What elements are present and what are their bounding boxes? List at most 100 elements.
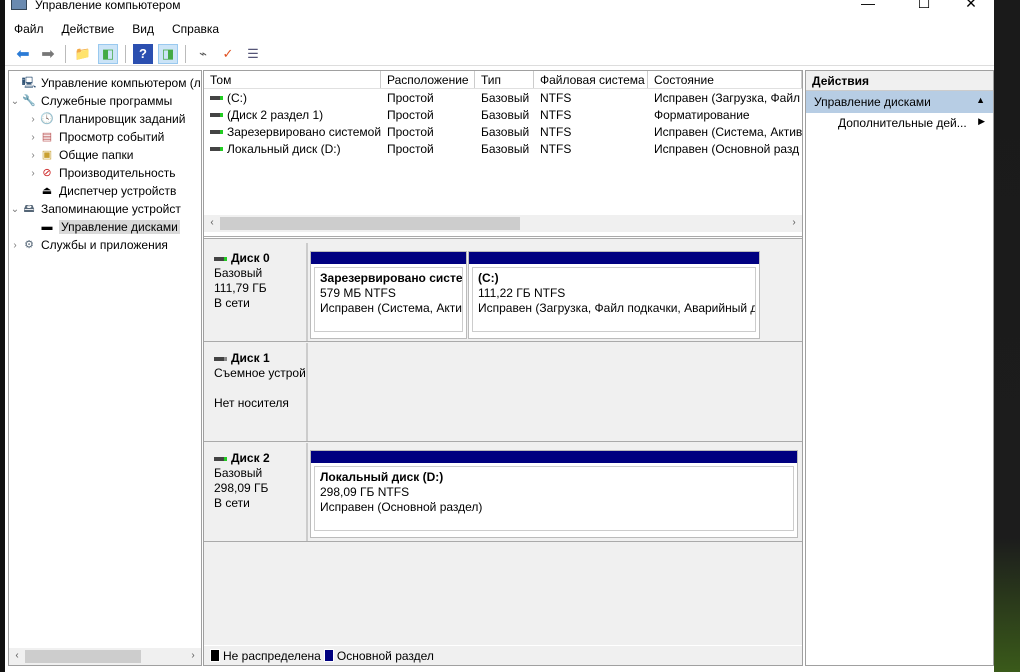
actions-header: Действия bbox=[806, 71, 993, 91]
volume-cell: Базовый bbox=[481, 90, 530, 105]
checklist-icon[interactable]: ✓ bbox=[218, 44, 238, 64]
tree-item-performance[interactable]: › ⊘ Производительность bbox=[9, 164, 201, 182]
volume-cell: Локальный диск (D:) bbox=[204, 142, 381, 156]
tree-item-task-scheduler[interactable]: › 🕓 Планировщик заданий bbox=[9, 110, 201, 128]
disk-2-label[interactable]: Диск 2 Базовый 298,09 ГБ В сети bbox=[204, 443, 308, 541]
disk-0-row: Диск 0 Базовый 111,79 ГБ В сети Зарезервиро… bbox=[204, 243, 802, 342]
primary-partition-swatch bbox=[323, 649, 334, 662]
storage-icon: 🖴 bbox=[23, 203, 35, 215]
chevron-right-icon[interactable]: › bbox=[9, 240, 21, 251]
tree-item-device-manager[interactable]: ⏏ Диспетчер устройств bbox=[9, 182, 201, 200]
tree-horizontal-scrollbar[interactable]: ‹ › bbox=[9, 648, 201, 665]
partition-d[interactable]: Локальный диск (D:) 298,09 ГБ NTFS Исправе… bbox=[310, 450, 798, 538]
scroll-right-icon[interactable]: › bbox=[185, 650, 201, 661]
tree-item-system-tools[interactable]: ⌄ 🔧 Служебные программы bbox=[9, 92, 201, 110]
disk-0-label[interactable]: Диск 0 Базовый 111,79 ГБ В сети bbox=[204, 243, 308, 341]
column-filesystem[interactable]: Файловая система bbox=[534, 71, 648, 88]
tools-icon: 🔧 bbox=[22, 95, 36, 107]
column-volume[interactable]: Том bbox=[204, 71, 381, 88]
actions-pane: Действия Управление дисками ▲ Дополнитель… bbox=[805, 70, 994, 666]
app-icon bbox=[11, 0, 27, 10]
volume-icon bbox=[210, 96, 223, 101]
volume-cell: Простой bbox=[387, 107, 434, 122]
volume-cell: Исправен (Система, Актив bbox=[654, 124, 802, 139]
shared-folder-icon: ▣ bbox=[41, 149, 53, 161]
chevron-right-icon[interactable]: › bbox=[27, 168, 39, 179]
services-icon: ⚙ bbox=[24, 239, 34, 251]
volume-cell: Форматирование bbox=[654, 107, 750, 122]
chevron-right-icon[interactable]: › bbox=[27, 132, 39, 143]
volume-row[interactable]: (Диск 2 раздел 1) Простой Базовый NTFS Форма… bbox=[204, 106, 802, 123]
volume-list-scrollbar[interactable]: ‹ › bbox=[204, 215, 802, 232]
unallocated-swatch bbox=[210, 649, 220, 662]
partition-reserved[interactable]: Зарезервировано систем 579 МБ NTFS Исправе… bbox=[310, 251, 467, 339]
disk-1-row: Диск 1 Съемное устрой Нет носителя bbox=[204, 343, 802, 442]
tree-item-storage[interactable]: ⌄ 🖴 Запоминающие устройст bbox=[9, 200, 201, 218]
menu-action[interactable]: Действие bbox=[53, 20, 124, 40]
back-icon[interactable]: ⬅ bbox=[13, 44, 33, 64]
up-folder-icon[interactable]: 📁 bbox=[73, 44, 93, 64]
volume-row[interactable]: (C:) Простой Базовый NTFS Исправен (Загрузка… bbox=[204, 89, 802, 106]
menu-help[interactable]: Справка bbox=[163, 20, 228, 40]
menu-file[interactable]: Файл bbox=[5, 20, 53, 40]
toolbar-separator bbox=[65, 44, 66, 63]
tree-item-disk-management[interactable]: ▬ Управление дисками bbox=[9, 218, 201, 236]
volume-cell: Базовый bbox=[481, 141, 530, 156]
tree-item-services-apps[interactable]: › ⚙ Службы и приложения bbox=[9, 236, 201, 254]
disk-1-label[interactable]: Диск 1 Съемное устрой Нет носителя bbox=[204, 343, 308, 441]
volume-cell: Простой bbox=[387, 141, 434, 156]
volume-row[interactable]: Зарезервировано системой Простой Базовый NT… bbox=[204, 123, 802, 140]
volume-cell: Зарезервировано системой bbox=[204, 125, 381, 139]
properties-icon[interactable]: ☰ bbox=[243, 44, 263, 64]
maximize-button[interactable]: ☐ bbox=[901, 0, 947, 14]
disk-icon: ▬ bbox=[41, 221, 53, 233]
menu-bar: Файл Действие Вид Справка bbox=[5, 20, 228, 40]
volume-cell: Исправен (Основной разд bbox=[654, 141, 800, 156]
disk-icon bbox=[214, 356, 227, 361]
scroll-left-icon[interactable]: ‹ bbox=[9, 650, 25, 661]
volume-cell: (C:) bbox=[204, 91, 381, 105]
chevron-down-icon[interactable]: ⌄ bbox=[9, 96, 21, 107]
scroll-left-icon[interactable]: ‹ bbox=[204, 217, 220, 228]
close-button[interactable]: ✕ bbox=[948, 0, 994, 14]
show-hide-tree-icon[interactable]: ◧ bbox=[98, 43, 118, 64]
legend: Не распределена Основной раздел bbox=[204, 645, 802, 665]
help-icon[interactable]: ? bbox=[133, 43, 153, 64]
chevron-right-icon[interactable]: › bbox=[27, 114, 39, 125]
scrollbar-thumb[interactable] bbox=[220, 217, 520, 230]
scroll-right-icon[interactable]: › bbox=[786, 217, 802, 228]
device-manager-icon: ⏏ bbox=[41, 185, 53, 197]
chevron-down-icon[interactable]: ⌄ bbox=[9, 204, 21, 215]
disk-icon bbox=[214, 256, 227, 261]
tree-item-shared-folders[interactable]: › ▣ Общие папки bbox=[9, 146, 201, 164]
tree-item-event-viewer[interactable]: › ▤ Просмотр событий bbox=[9, 128, 201, 146]
column-status[interactable]: Состояние bbox=[648, 71, 802, 88]
legend-primary: Основной раздел bbox=[336, 648, 434, 663]
volume-cell: Базовый bbox=[481, 124, 530, 139]
connect-icon[interactable]: ⌁ bbox=[193, 44, 213, 64]
collapse-up-icon[interactable]: ▲ bbox=[976, 95, 985, 105]
disk-2-row: Диск 2 Базовый 298,09 ГБ В сети Локальный д… bbox=[204, 443, 802, 542]
volume-list: Том Расположение Тип Файловая система Со… bbox=[204, 71, 802, 239]
event-viewer-icon: ▤ bbox=[41, 131, 53, 143]
forward-icon[interactable]: ➡ bbox=[38, 44, 58, 64]
column-layout[interactable]: Расположение bbox=[381, 71, 475, 88]
column-type[interactable]: Тип bbox=[475, 71, 534, 88]
show-action-pane-icon[interactable]: ◨ bbox=[158, 43, 178, 64]
volume-icon bbox=[210, 113, 223, 118]
partition-c[interactable]: (C:) 111,22 ГБ NTFS Исправен (Загрузка, Фа… bbox=[468, 251, 760, 339]
scrollbar-thumb[interactable] bbox=[25, 650, 141, 663]
toolbar-separator bbox=[185, 44, 186, 63]
minimize-button[interactable]: — bbox=[845, 0, 891, 14]
volume-cell: NTFS bbox=[540, 107, 572, 122]
window-title: Управление компьютером bbox=[35, 0, 181, 12]
menu-view[interactable]: Вид bbox=[123, 20, 163, 40]
volume-row[interactable]: Локальный диск (D:) Простой Базовый NTFS Исп… bbox=[204, 140, 802, 157]
console-tree: 🖳 Управление компьютером (л ⌄ 🔧 Служебные п… bbox=[8, 70, 202, 666]
chevron-right-icon[interactable]: › bbox=[27, 150, 39, 161]
more-actions-item[interactable]: Дополнительные дей... ▶ bbox=[806, 113, 993, 133]
desktop-background bbox=[994, 0, 1020, 672]
volume-cell: NTFS bbox=[540, 124, 572, 139]
tree-item-computer-management[interactable]: 🖳 Управление компьютером (л bbox=[9, 74, 201, 92]
actions-section-disk-management[interactable]: Управление дисками ▲ bbox=[806, 91, 993, 113]
